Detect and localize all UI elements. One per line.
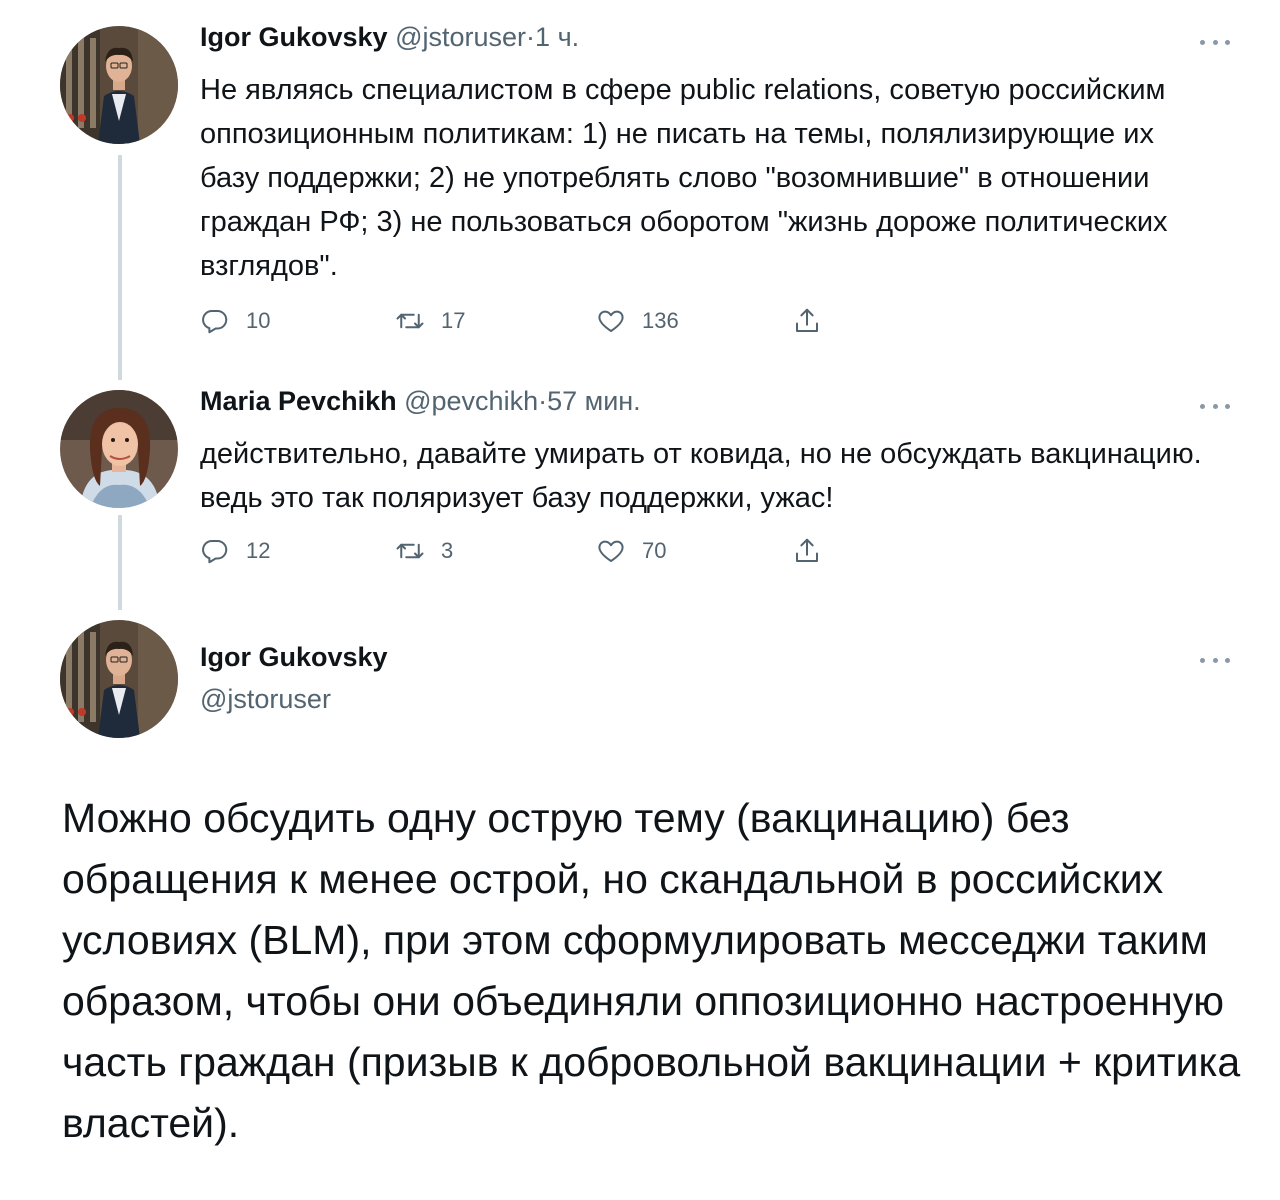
heart-icon [598,310,624,332]
more-horizontal-icon[interactable] [1200,655,1230,665]
tweet-actions: 12 3 70 [200,536,840,572]
heart-icon [598,540,624,562]
focused-author-name[interactable]: Igor Gukovsky [200,642,388,673]
thread-connector-line [118,155,122,380]
thread-connector-line [118,515,122,610]
retweet-icon [396,543,424,559]
tweet-header: Igor Gukovsky @jstoruser·1 ч. [200,22,579,53]
share-icon [796,538,818,562]
retweet-button[interactable]: 17 [395,306,465,336]
tweet-text: действительно, давайте умирать от ковида… [200,438,1202,514]
reply-count: 10 [246,308,271,333]
focused-tweet-text: Можно обсудить одну острую тему (вакцина… [62,795,1241,1146]
retweet-count: 3 [441,538,454,563]
like-count: 136 [642,308,679,333]
avatar[interactable] [60,620,178,738]
like-count: 70 [642,538,667,563]
tweet-actions: 10 17 136 [200,306,840,342]
author-handle[interactable]: @jstoruser [395,22,526,52]
reply-icon [202,309,228,334]
more-horizontal-icon[interactable] [1200,37,1230,47]
tweet-header: Maria Pevchikh @pevchikh·57 мин. [200,386,641,417]
retweet-count: 17 [441,308,466,333]
share-icon [796,308,818,332]
reply-icon [202,539,228,564]
timestamp[interactable]: 57 мин. [547,386,641,416]
more-horizontal-icon[interactable] [1200,401,1230,411]
share-button[interactable] [792,536,822,566]
avatar[interactable] [60,26,178,144]
author-name[interactable]: Igor Gukovsky [200,22,388,52]
timestamp[interactable]: 1 ч. [535,22,579,52]
retweet-icon [396,313,424,329]
author-name[interactable]: Maria Pevchikh [200,386,397,416]
focused-author-handle[interactable]: @jstoruser [200,684,331,715]
avatar[interactable] [60,390,178,508]
author-handle[interactable]: @pevchikh [404,386,538,416]
reply-count: 12 [246,538,271,563]
like-button[interactable]: 70 [596,536,666,566]
reply-button[interactable]: 10 [200,306,270,336]
retweet-button[interactable]: 3 [395,536,453,566]
separator-dot: · [538,386,548,416]
separator-dot: · [526,22,536,52]
reply-button[interactable]: 12 [200,536,270,566]
tweet-text: Не являясь специалистом в сфере public r… [200,74,1168,282]
share-button[interactable] [792,306,822,336]
like-button[interactable]: 136 [596,306,679,336]
